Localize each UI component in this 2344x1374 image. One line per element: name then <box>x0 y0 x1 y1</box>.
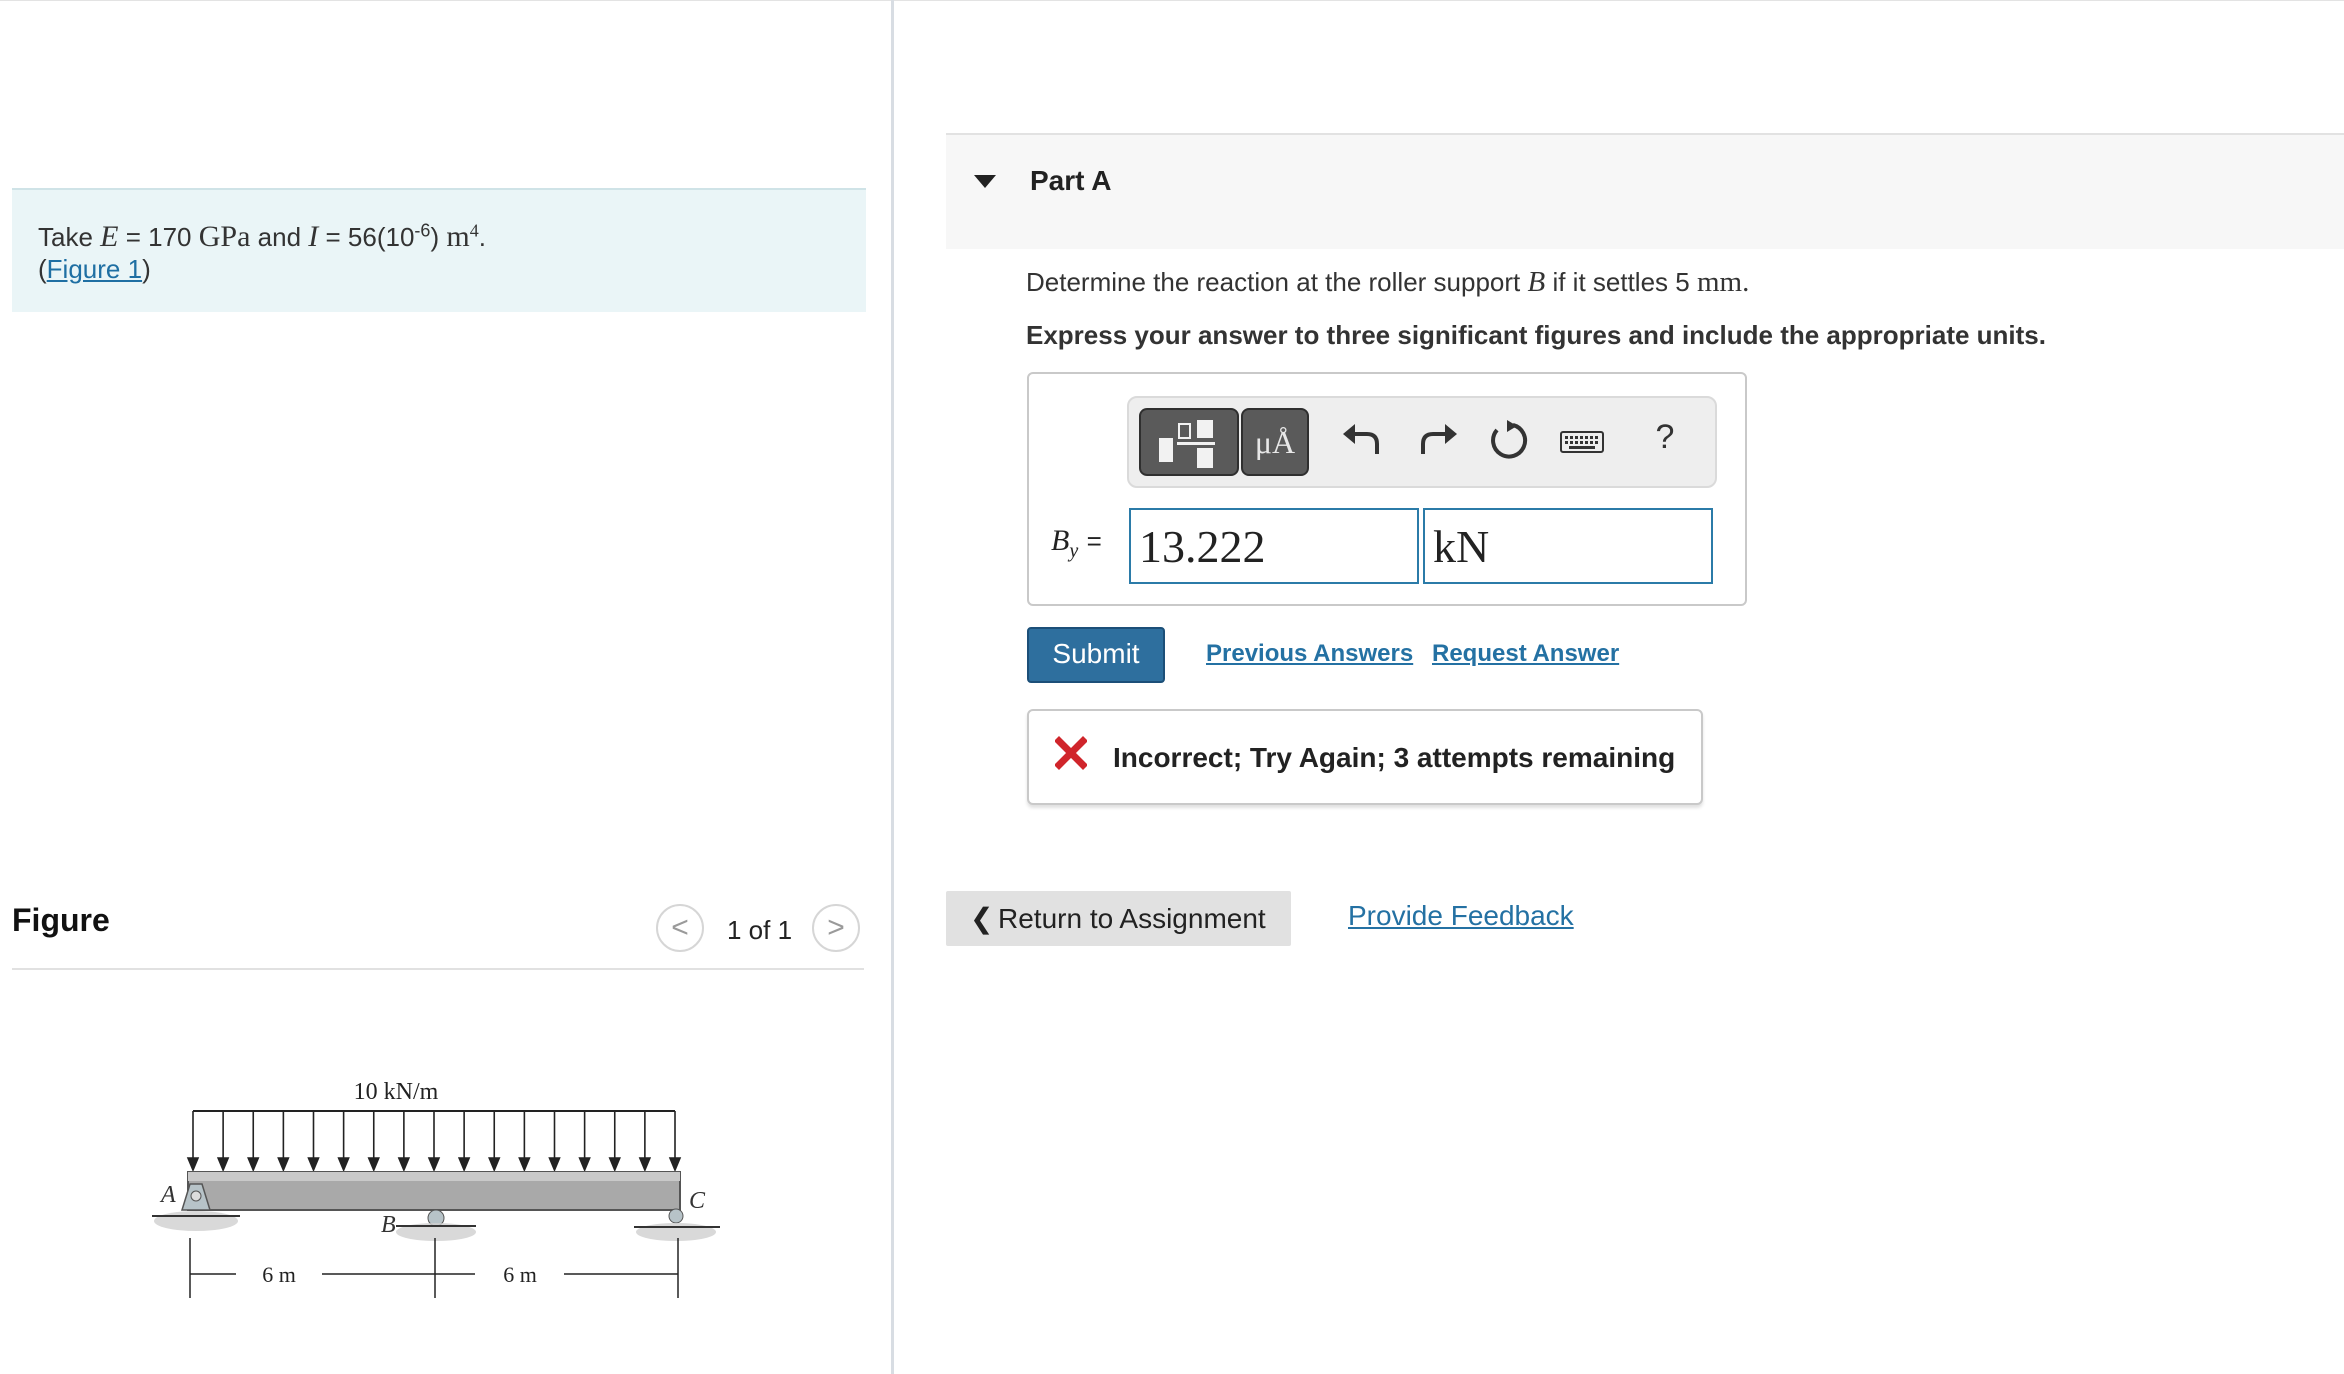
beam-figure: 10 kN/m A B C 6 m 6 m <box>152 1079 720 1298</box>
span-1-label: 6 m <box>262 1262 296 1287</box>
roller-support-b <box>396 1209 476 1241</box>
variable-base: B <box>1051 524 1070 557</box>
templates-button[interactable] <box>1139 408 1239 476</box>
math-toolbar: μÅ ? <box>1127 396 1717 488</box>
request-answer-link[interactable]: Request Answer <box>1432 640 1619 668</box>
e-symbol: E <box>100 220 119 253</box>
e-value: = 170 <box>125 222 192 252</box>
chevron-right-icon: > <box>827 911 845 944</box>
answer-box: μÅ ? By = <box>1027 372 1747 606</box>
and-text: and <box>257 222 302 252</box>
answer-variable-label: By = <box>1051 524 1102 563</box>
collapse-caret-icon[interactable] <box>974 175 996 188</box>
roller-support-c <box>634 1208 720 1241</box>
load-arrow-head <box>397 1157 411 1173</box>
figure-pager-text: 1 of 1 <box>727 915 793 945</box>
figure-title: Figure <box>12 902 110 938</box>
load-arrow-head <box>608 1157 621 1173</box>
i-symbol: I <box>308 220 319 253</box>
load-arrow-head <box>427 1157 441 1173</box>
label-b: B <box>381 1212 396 1238</box>
keyboard-icon[interactable] <box>1557 416 1607 466</box>
e-unit: GPa <box>198 220 251 253</box>
load-label: 10 kN/m <box>354 1079 439 1105</box>
reset-icon[interactable] <box>1483 416 1533 466</box>
help-button[interactable]: ? <box>1645 418 1685 457</box>
load-arrow-head <box>578 1157 591 1173</box>
part-a-header[interactable]: Part A <box>946 133 2344 249</box>
load-arrow-head <box>457 1157 471 1173</box>
submit-button[interactable]: Submit <box>1027 627 1165 683</box>
feedback-message: Incorrect; Try Again; 3 attempts remaini… <box>1113 742 1676 773</box>
problem-givens: Take E = 170 GPa and I = 56(10-6) m4. <box>38 220 486 254</box>
previous-answers-link[interactable]: Previous Answers <box>1206 640 1413 668</box>
label-c: C <box>689 1188 706 1214</box>
load-arrow-head <box>488 1157 501 1173</box>
equals-sign: = <box>1086 526 1102 556</box>
figure-1-link[interactable]: Figure 1 <box>47 254 142 284</box>
load-arrow-head <box>638 1157 652 1173</box>
provide-feedback-link[interactable]: Provide Feedback <box>1348 900 1574 932</box>
load-arrow-head <box>668 1157 682 1173</box>
period: . <box>478 222 486 252</box>
question-middle: if it settles 5 <box>1552 267 1690 297</box>
load-arrow-head <box>277 1157 290 1173</box>
return-label: Return to Assignment <box>998 903 1266 934</box>
chevron-left-icon: < <box>671 911 689 944</box>
i-unit: m <box>446 220 470 253</box>
answer-instruction: Express your answer to three significant… <box>1026 320 2046 350</box>
load-arrow-head <box>216 1157 230 1173</box>
load-arrow-head <box>247 1157 260 1173</box>
span-2-label: 6 m <box>503 1262 537 1287</box>
i-exponent: -6 <box>414 220 431 241</box>
label-a: A <box>159 1182 176 1208</box>
beam-highlight <box>188 1172 680 1181</box>
question-prefix: Determine the reaction at the roller sup… <box>1026 267 1521 297</box>
units-button[interactable]: μÅ <box>1241 408 1309 476</box>
variable-subscript: y <box>1069 540 1079 562</box>
question-unit: mm. <box>1696 266 1750 298</box>
feedback-box: Incorrect; Try Again; 3 attempts remaini… <box>1027 709 1703 805</box>
figure-divider <box>12 968 864 970</box>
answer-value-input[interactable] <box>1129 508 1419 584</box>
incorrect-x-icon <box>1055 736 1087 770</box>
load-arrow-head <box>337 1157 350 1173</box>
redo-icon[interactable] <box>1413 416 1463 466</box>
take-text: Take <box>38 222 93 252</box>
next-figure-button[interactable]: > <box>812 904 860 952</box>
question-variable: B <box>1527 266 1546 298</box>
return-to-assignment-button[interactable]: ❮ Return to Assignment <box>946 891 1291 946</box>
load-arrows <box>186 1111 682 1173</box>
units-button-label: μÅ <box>1254 424 1296 460</box>
fraction-template-icon <box>1159 420 1215 468</box>
undo-icon[interactable] <box>1337 416 1387 466</box>
close-paren: ) <box>142 254 151 284</box>
chevron-left-icon: ❮ <box>970 903 994 934</box>
part-title: Part A <box>1030 165 1112 196</box>
question-text: Determine the reaction at the roller sup… <box>1026 266 1749 299</box>
i-unit-exponent: 4 <box>469 220 479 241</box>
load-arrow-head <box>367 1157 380 1173</box>
i-value: = 56(10 <box>325 222 415 252</box>
load-arrow-head <box>548 1157 561 1173</box>
top-rule <box>0 0 2344 1</box>
pane-divider[interactable] <box>891 0 894 1374</box>
close-paren: ) <box>430 222 440 252</box>
problem-statement: Take E = 170 GPa and I = 56(10-6) m4. (F… <box>12 188 866 312</box>
figure-reference: (Figure 1) <box>38 254 151 285</box>
previous-figure-button[interactable]: < <box>656 904 704 952</box>
answer-unit-input[interactable] <box>1423 508 1713 584</box>
load-arrow-head <box>186 1157 200 1173</box>
load-arrow-head <box>307 1157 320 1173</box>
load-arrow-head <box>518 1157 531 1173</box>
open-paren: ( <box>38 254 47 284</box>
